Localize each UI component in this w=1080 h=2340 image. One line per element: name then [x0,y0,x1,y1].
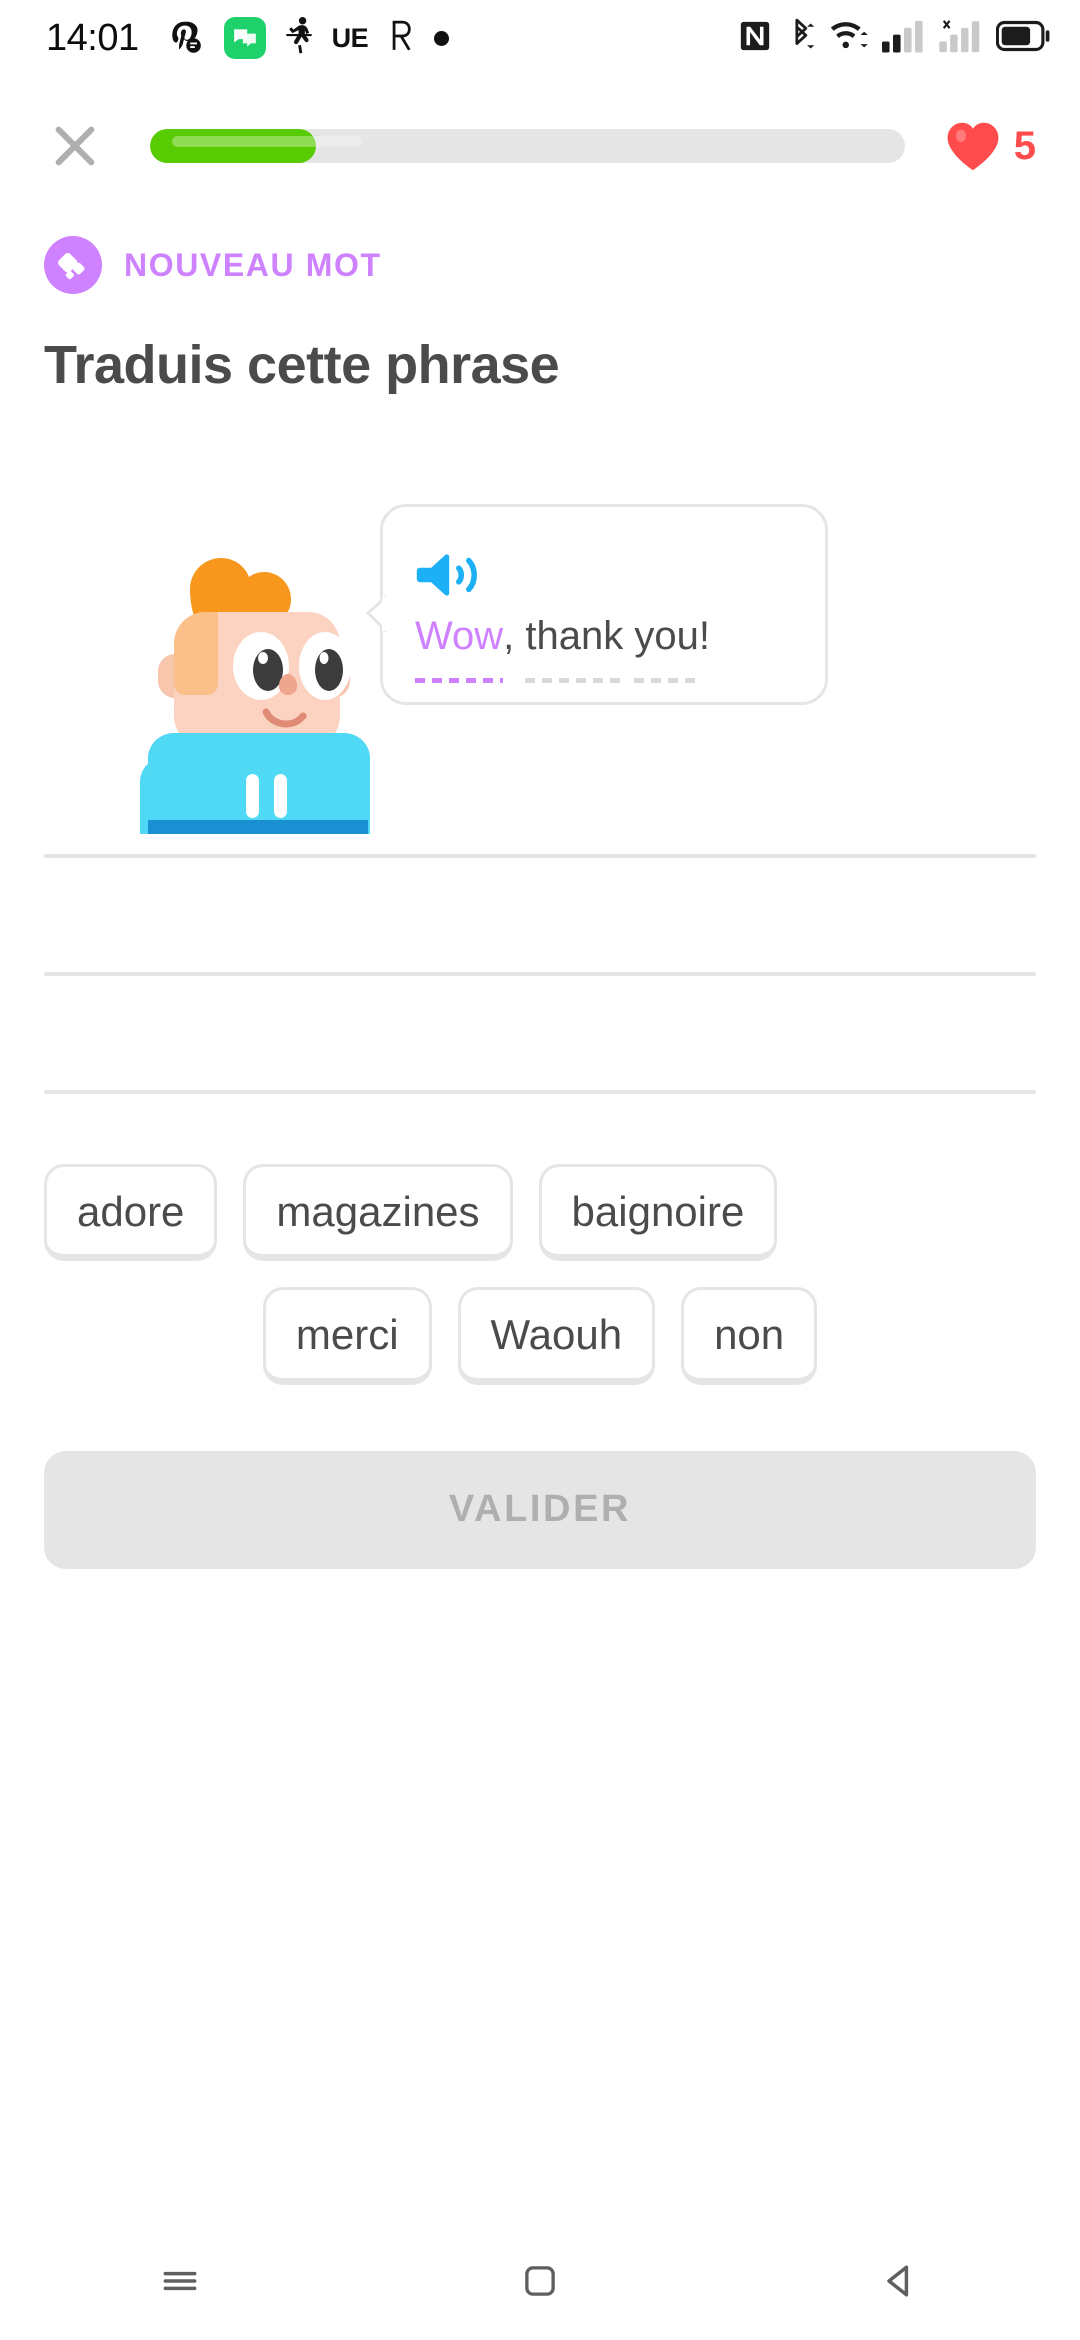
dot-indicator-icon [434,30,450,46]
check-answer-button[interactable]: VALIDER [44,1450,1036,1569]
wifi-icon [830,19,870,58]
status-bar-clock: 14:01 [46,17,139,59]
fitness-icon [283,16,315,61]
lesson-progress-bar [150,129,905,163]
word-bank-tile[interactable]: adore [44,1164,218,1262]
discord-icon [169,17,207,60]
speaker-icon[interactable] [415,549,485,601]
bluetooth-icon [784,18,818,59]
challenge-prompt-area: Wow, thank you! [0,504,1080,834]
speech-bubble-tail [365,595,386,634]
back-icon [887,2265,909,2297]
sentence-speech-bubble: Wow, thank you! [365,504,828,706]
word-bank-row: merci Waouh non [44,1287,1036,1385]
heart-icon [947,122,999,171]
hearts-count: 5 [1013,124,1036,168]
ue-icon: UE [331,22,369,53]
duo-character-junior-icon [140,558,370,834]
messages-icon [223,17,266,59]
check-button-container: VALIDER [0,1450,1080,1569]
close-lesson-button[interactable] [44,115,106,177]
status-bar-system-icons [738,18,1050,59]
new-word-indicator: NOUVEAU MOT [0,236,1080,294]
android-navigation-bar [0,2222,1080,2340]
hearts-indicator[interactable]: 5 [945,120,1036,172]
token-text: Wow [415,601,504,684]
sentence-token [623,601,634,672]
token-text: you [634,601,699,684]
character-illustration [78,534,378,834]
word-bank-tile[interactable]: merci [262,1287,432,1385]
sentence-token[interactable]: you [634,601,699,684]
nfc-icon [738,19,772,58]
recents-icon [163,2271,197,2291]
battery-icon [995,20,1050,57]
nav-back-button[interactable] [840,2246,960,2316]
lesson-progress-highlight [172,136,362,147]
nav-recents-button[interactable] [120,2246,240,2316]
sentence-token: , [503,601,514,672]
signal-sim2-no-service-icon [938,19,984,58]
sentence-new-word-token[interactable]: Wow [415,601,504,684]
word-bank-tile[interactable]: Waouh [457,1287,656,1385]
word-bank: adore magazines baignoire merci Waouh non [0,1164,1080,1385]
word-bank-tile[interactable]: baignoire [538,1164,778,1262]
answer-input-area[interactable] [0,854,1080,1094]
status-bar: 14:01 UE [0,0,1080,76]
sentence-token-list: Wow, thank you! [415,601,710,684]
lesson-header: 5 [0,98,1080,194]
token-text: ! [698,614,711,658]
r-app-icon [385,18,417,59]
sentence-text[interactable]: Wow, thank you! [415,541,795,684]
answer-line[interactable] [44,1090,1036,1094]
new-word-diamond-icon [44,236,102,294]
nav-home-button[interactable] [480,2246,600,2316]
sentence-token [514,601,525,672]
close-icon [55,126,95,166]
word-bank-tile[interactable]: non [681,1287,818,1385]
new-word-label: NOUVEAU MOT [124,246,382,283]
word-bank-row: adore magazines baignoire [44,1164,1036,1262]
word-bank-tile[interactable]: magazines [243,1164,513,1262]
token-text: , [503,614,515,658]
status-bar-notification-icons: UE [169,16,450,61]
token-text: thank [525,601,623,684]
sentence-token[interactable]: thank [525,601,623,684]
signal-sim1-icon [882,19,926,58]
sentence-token: ! [699,601,710,672]
page-title: Traduis cette phrase [44,335,560,395]
home-icon [525,2266,555,2296]
